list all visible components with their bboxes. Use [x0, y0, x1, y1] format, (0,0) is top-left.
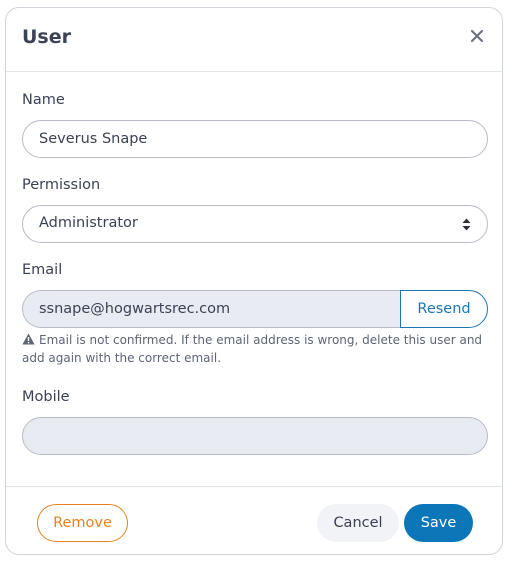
cancel-button[interactable]: Cancel [317, 504, 399, 542]
email-warning: Email is not confirmed. If the email add… [22, 331, 492, 367]
select-arrows-icon [462, 218, 471, 231]
dialog-title: User [22, 26, 71, 48]
remove-button[interactable]: Remove [37, 504, 128, 542]
dialog-footer: Remove Cancel Save [6, 487, 502, 555]
mobile-label: Mobile [22, 389, 70, 405]
dialog-header: User [6, 8, 502, 72]
close-button[interactable] [468, 27, 486, 45]
permission-label: Permission [22, 177, 101, 193]
name-input[interactable] [22, 120, 488, 158]
permission-selected-value: Administrator [39, 215, 138, 231]
email-warning-text: Email is not confirmed. If the email add… [22, 333, 483, 365]
dialog-body: Name Permission Administrator Email Rese… [6, 72, 502, 487]
name-label: Name [22, 92, 65, 108]
warning-triangle-icon [22, 333, 35, 345]
save-button[interactable]: Save [404, 504, 473, 542]
email-input[interactable] [22, 290, 402, 328]
mobile-input[interactable] [22, 417, 488, 455]
email-label: Email [22, 262, 63, 278]
close-icon [470, 29, 484, 43]
permission-select[interactable]: Administrator [22, 205, 488, 243]
email-input-group: Resend [22, 290, 488, 328]
user-dialog: User Name Permission Administrator Email… [5, 7, 503, 555]
resend-button[interactable]: Resend [400, 290, 488, 328]
